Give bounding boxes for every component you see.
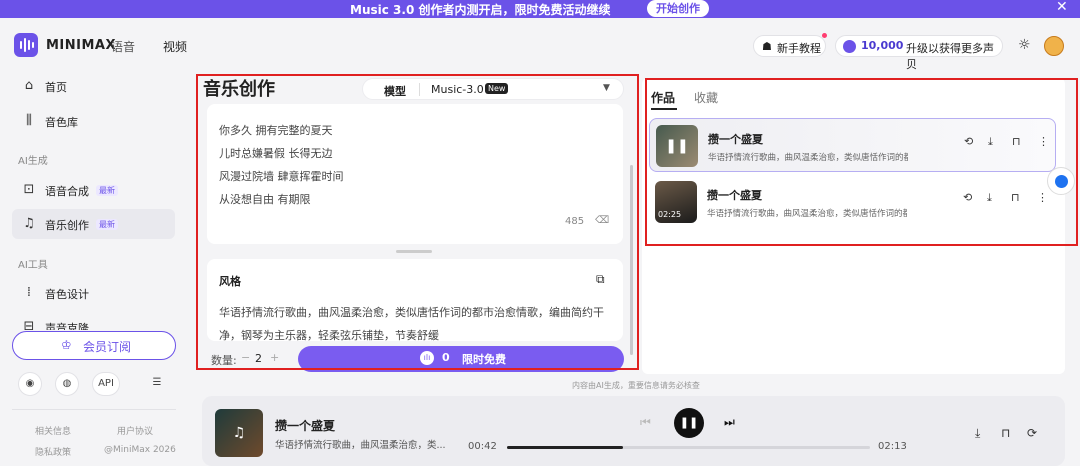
pause-button[interactable]: ❚❚ [674, 408, 704, 438]
new-badge: 最新 [96, 185, 118, 196]
voice-clone-icon: ⊟ [23, 319, 35, 330]
sidebar-item-home[interactable]: ⌂ 首页 [12, 71, 175, 101]
library-icon: ⫼ [26, 113, 32, 128]
previous-icon[interactable]: ⏮ [640, 415, 651, 430]
sidebar-item-voice-clone[interactable]: ⊟ 声音克隆 [12, 312, 175, 330]
player-desc: 华语抒情流行歌曲，曲风温柔治愈，类... [275, 440, 446, 451]
subscribe-label: 会员订阅 [83, 340, 132, 354]
voice-synth-icon: ⊡ [23, 182, 35, 197]
footer-info-link[interactable]: 相关信息 [35, 424, 71, 437]
sidebar-item-library[interactable]: ⫼ 音色库 [12, 106, 175, 136]
current-time: 00:42 [468, 441, 497, 452]
repeat-icon[interactable]: ⟳ [1027, 426, 1037, 440]
tutorial-button[interactable]: ☗ 新手教程 [753, 33, 827, 57]
tutorial-icon: ☗ [762, 40, 772, 53]
api-link[interactable]: API [92, 372, 120, 396]
tutorial-label: 新手教程 [777, 42, 821, 55]
upgrade-label: 升级以获得更多声贝 [906, 42, 994, 71]
highlight-box-center [196, 74, 639, 370]
progress-fill [507, 446, 624, 449]
footer-agreement-link[interactable]: 用户协议 [117, 424, 153, 437]
home-icon: ⌂ [24, 78, 34, 93]
logo-icon [14, 33, 38, 57]
total-time: 02:13 [878, 441, 907, 452]
music-note-icon: ♫ [23, 216, 35, 231]
sidebar-item-label: 声音克隆 [45, 322, 89, 330]
credits-upgrade-button[interactable]: 10,000 升级以获得更多声贝 [835, 35, 1003, 71]
banner-text: Music 3.0 创作者内测开启，限时免费活动继续 [350, 3, 611, 17]
sidebar-item-label: 语音合成 [45, 185, 89, 198]
highlight-box-works [645, 78, 1078, 246]
sidebar-item-label: 音乐创作 [45, 219, 89, 232]
ai-disclaimer: 内容由AI生成，重要信息请务必核查 [572, 381, 700, 390]
player-title: 攒一个盛夏 [275, 419, 336, 433]
close-icon[interactable]: ✕ [1056, 0, 1068, 15]
subscribe-button[interactable]: ♔ 会员订阅 [12, 331, 176, 360]
section-ai-generate: AI生成 [18, 156, 48, 167]
sidebar-item-voice-synth[interactable]: ⊡ 语音合成 最新 [12, 175, 175, 205]
sidebar-item-label: 音色设计 [45, 288, 89, 301]
new-badge: 最新 [96, 219, 118, 230]
footer-copyright: @MiniMax 2026 [104, 445, 176, 455]
next-icon[interactable]: ⏭ [724, 415, 735, 430]
start-create-button[interactable]: 开始创作 [647, 0, 709, 17]
download-icon[interactable]: ⤓ [975, 426, 980, 441]
assistant-float-button[interactable] [1047, 167, 1075, 195]
divider [12, 409, 176, 410]
bookmark-icon[interactable]: ⊓ [1001, 426, 1010, 440]
promo-banner: Music 3.0 创作者内测开启，限时免费活动继续 开始创作 ✕ [0, 0, 1080, 18]
credit-balance: 10,000 [861, 39, 904, 52]
avatar[interactable] [1044, 36, 1064, 56]
theme-toggle-icon[interactable]: ☼ [1018, 37, 1031, 53]
sidebar-item-music[interactable]: ♫ 音乐创作 最新 [12, 209, 175, 239]
sidebar-item-label: 首页 [45, 81, 67, 94]
collapse-sidebar-icon[interactable]: ☰ [145, 372, 169, 396]
brand-name: MINIMAX [46, 38, 117, 53]
section-ai-tools: AI工具 [18, 260, 48, 271]
footer-privacy-link[interactable]: 隐私政策 [35, 445, 71, 458]
nav-video[interactable]: 视频 [163, 38, 187, 55]
nav-voice[interactable]: 语音 [111, 38, 135, 55]
wechat-icon[interactable]: ◍ [55, 372, 79, 396]
crown-icon: ♔ [61, 338, 72, 352]
notification-dot [822, 33, 827, 38]
sound-design-icon: ⁞ [26, 285, 32, 300]
player-cover[interactable]: ♫ [215, 409, 263, 457]
sidebar-item-label: 音色库 [45, 116, 78, 129]
top-nav: MINIMAX 语音 视频 ☗ 新手教程 10,000 升级以获得更多声贝 ☼ [0, 18, 1080, 71]
credit-icon [843, 40, 856, 53]
sidebar-item-sound-design[interactable]: ⁞ 音色设计 [12, 278, 175, 308]
discord-icon[interactable]: ◉ [18, 372, 42, 396]
